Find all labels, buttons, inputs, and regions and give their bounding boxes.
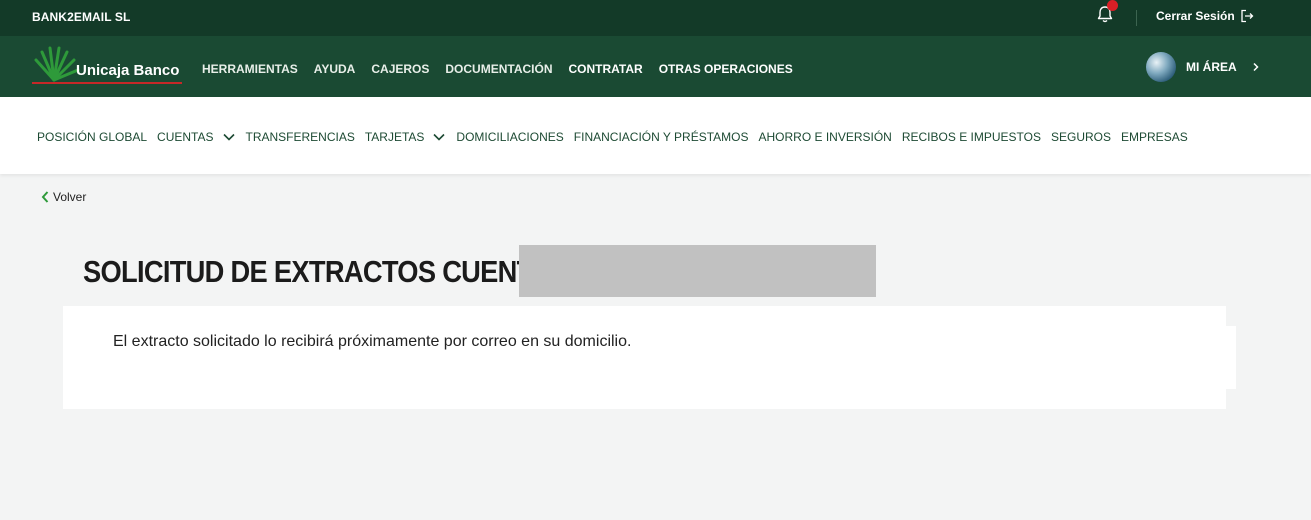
- menu-label: RECIBOS E IMPUESTOS: [901, 130, 1041, 144]
- menu-label: AHORRO E INVERSIÓN: [758, 130, 892, 144]
- menu-seguros[interactable]: SEGUROS: [1051, 130, 1111, 144]
- company-name: BANK2EMAIL SL: [32, 10, 131, 24]
- mi-area-button[interactable]: MI ÁREA: [1146, 52, 1261, 82]
- logout-icon: [1241, 9, 1254, 23]
- back-link[interactable]: Volver: [40, 190, 86, 204]
- unicaja-logo[interactable]: Unicaja Banco: [32, 46, 184, 86]
- menu-label: POSICIÓN GLOBAL: [37, 130, 148, 144]
- menu-label: CUENTAS: [157, 130, 214, 144]
- divider: [1136, 10, 1137, 26]
- menu-empresas[interactable]: EMPRESAS: [1121, 130, 1188, 144]
- page-title: SOLICITUD DE EXTRACTOS CUENTA:: [83, 254, 559, 289]
- chevron-left-icon: [41, 191, 49, 203]
- nav-ayuda[interactable]: AYUDA: [314, 62, 356, 76]
- menu-recibos[interactable]: RECIBOS E IMPUESTOS: [902, 130, 1041, 144]
- logo-underline: [32, 82, 182, 84]
- nav-cajeros[interactable]: CAJEROS: [371, 62, 429, 76]
- menu-ahorro[interactable]: AHORRO E INVERSIÓN: [758, 130, 891, 144]
- chevron-down-icon: [222, 133, 235, 141]
- header-nav: HERRAMIENTAS AYUDA CAJEROS DOCUMENTACIÓN…: [202, 62, 793, 76]
- menu-domiciliaciones[interactable]: DOMICILIACIONES: [456, 130, 563, 144]
- redacted-account-number: [519, 245, 876, 297]
- top-bar: BANK2EMAIL SL Cerrar Sesión: [0, 0, 1311, 36]
- menu-label: TARJETAS: [364, 130, 425, 144]
- menu-label: SEGUROS: [1051, 130, 1112, 144]
- back-label: Volver: [53, 190, 87, 204]
- menu-label: TRANSFERENCIAS: [245, 130, 355, 144]
- logo-leaf-icon: [34, 46, 80, 82]
- menu-tarjetas[interactable]: TARJETAS: [365, 130, 447, 144]
- menu-label: EMPRESAS: [1121, 130, 1188, 144]
- logout-button[interactable]: Cerrar Sesión: [1156, 9, 1254, 23]
- menu-financiacion[interactable]: FINANCIACIÓN Y PRÉSTAMOS: [574, 130, 749, 144]
- notification-badge: [1107, 0, 1118, 11]
- confirmation-message: El extracto solicitado lo recibirá próxi…: [113, 333, 632, 350]
- menu-label: DOMICILIACIONES: [456, 130, 564, 144]
- nav-herramientas[interactable]: HERRAMIENTAS: [202, 62, 298, 76]
- brand-bar: Unicaja Banco HERRAMIENTAS AYUDA CAJEROS…: [0, 36, 1311, 97]
- avatar: [1146, 52, 1176, 82]
- menu-cuentas[interactable]: CUENTAS: [157, 130, 235, 144]
- message-card: El extracto solicitado lo recibirá próxi…: [63, 306, 1226, 409]
- menu-label: FINANCIACIÓN Y PRÉSTAMOS: [573, 130, 749, 144]
- logo-text: Unicaja Banco: [76, 62, 180, 79]
- chevron-down-icon: [433, 133, 445, 141]
- nav-otras-operaciones[interactable]: OTRAS OPERACIONES: [659, 62, 793, 76]
- card-edge: [1226, 326, 1236, 389]
- logout-label: Cerrar Sesión: [1156, 9, 1235, 23]
- menu-transferencias[interactable]: TRANSFERENCIAS: [246, 130, 355, 144]
- main-nav: POSICIÓN GLOBAL CUENTAS TRANSFERENCIAS T…: [0, 97, 1311, 174]
- mi-area-label: MI ÁREA: [1186, 60, 1237, 74]
- menu-posicion-global[interactable]: POSICIÓN GLOBAL: [37, 130, 147, 144]
- chevron-right-icon: [1253, 62, 1259, 72]
- nav-contratar[interactable]: CONTRATAR: [568, 62, 642, 76]
- nav-documentacion[interactable]: DOCUMENTACIÓN: [445, 62, 552, 76]
